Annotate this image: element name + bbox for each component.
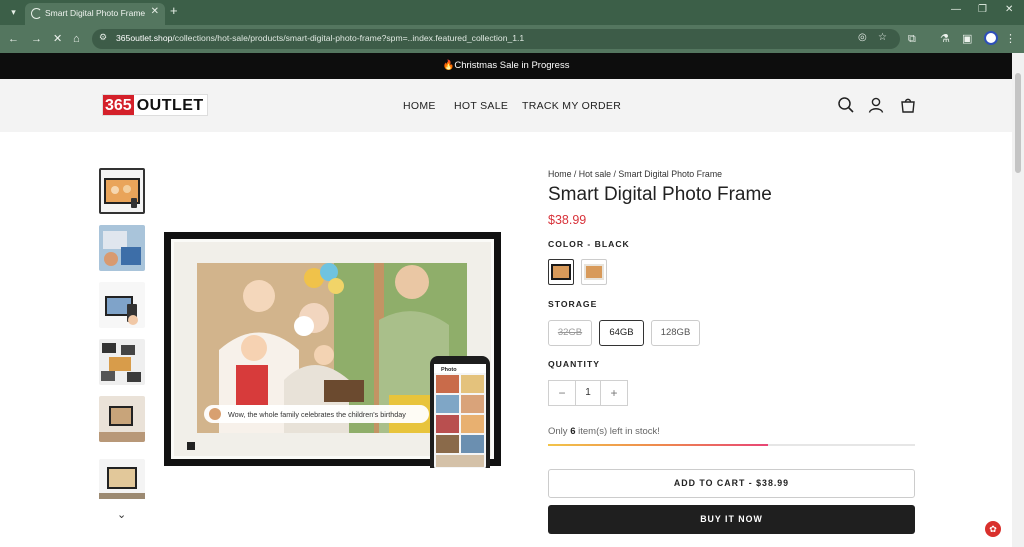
phone-app-title: Photo xyxy=(441,367,457,373)
thumbnail-2[interactable] xyxy=(99,225,145,271)
thumbnail-room-image xyxy=(99,396,145,442)
stock-progress-bar xyxy=(548,444,915,446)
thumbnail-1[interactable] xyxy=(99,168,145,214)
product-price: $38.99 xyxy=(548,213,587,227)
url-domain: 365outlet.shop xyxy=(116,33,173,43)
logo-number: 365 xyxy=(103,95,134,115)
color-label: COLOR - BLACK xyxy=(548,239,630,249)
stock-count: 6 xyxy=(570,426,576,437)
add-to-cart-button[interactable]: ADD TO CART - $38.99 xyxy=(548,469,915,498)
storage-option-32gb[interactable]: 32GB xyxy=(548,320,592,346)
nav-home[interactable]: HOME xyxy=(403,100,436,112)
browser-toolbar: ← → ✕ ⌂ ⚙ 365outlet.shop/collections/hot… xyxy=(0,25,1024,53)
loading-spinner-icon xyxy=(31,8,42,19)
storage-label: STORAGE xyxy=(548,299,598,309)
scroll-thumb[interactable] xyxy=(1015,73,1021,173)
stock-message: Only 6 item(s) left in stock! xyxy=(548,426,660,437)
search-icon[interactable] xyxy=(837,96,855,114)
tab-search-icon[interactable]: ▾ xyxy=(6,5,21,20)
thumbnail-frame-image xyxy=(101,170,143,212)
thumbnail-multi-frames-image xyxy=(99,339,145,385)
stock-progress-fill xyxy=(548,444,769,446)
floating-gift-icon[interactable]: ✿ xyxy=(985,521,1001,537)
thumbnail-detail-image xyxy=(99,459,145,499)
address-url: 365outlet.shop/collections/hot-sale/prod… xyxy=(116,33,524,43)
swatch-black-frame xyxy=(551,264,571,280)
stop-icon[interactable]: ✕ xyxy=(53,31,62,47)
store-logo[interactable]: 365 OUTLET xyxy=(102,94,208,116)
address-bar[interactable]: ⚙ 365outlet.shop/collections/hot-sale/pr… xyxy=(92,29,900,49)
new-tab-icon[interactable]: + xyxy=(170,3,178,18)
fire-icon: 🔥 xyxy=(442,60,455,71)
quantity-label: QUANTITY xyxy=(548,359,600,369)
storage-option-64gb[interactable]: 64GB xyxy=(599,320,644,346)
browser-tab[interactable]: Smart Digital Photo Frame ✕ xyxy=(25,3,165,25)
site-header: 365 OUTLET HOME HOT SALE TRACK MY ORDER xyxy=(0,79,1012,132)
forward-icon[interactable]: → xyxy=(31,31,42,47)
stock-suffix: item(s) left in stock! xyxy=(578,426,660,437)
home-icon[interactable]: ⌂ xyxy=(73,31,80,47)
minimize-icon[interactable]: — xyxy=(951,4,961,15)
quantity-decrease-button[interactable]: − xyxy=(549,381,575,405)
image-caption: Wow, the whole family celebrates the chi… xyxy=(228,410,406,419)
thumbnail-4[interactable] xyxy=(99,339,145,385)
buy-now-button[interactable]: BUY IT NOW xyxy=(548,505,915,534)
thumbnail-6[interactable] xyxy=(99,459,145,505)
product-title: Smart Digital Photo Frame xyxy=(548,184,772,205)
thumbnail-5[interactable] xyxy=(99,396,145,442)
logo-word: OUTLET xyxy=(133,95,207,115)
url-path: /collections/hot-sale/products/smart-dig… xyxy=(172,33,525,43)
labs-flask-icon[interactable]: ⚗ xyxy=(940,31,950,47)
page-scrollbar[interactable] xyxy=(1012,53,1024,547)
profile-avatar[interactable] xyxy=(984,31,998,45)
restore-icon[interactable]: ❐ xyxy=(978,4,987,15)
cart-icon[interactable] xyxy=(899,96,917,114)
photo-frame-illustration: Wow, the whole family celebrates the chi… xyxy=(164,232,501,482)
tab-close-icon[interactable]: ✕ xyxy=(151,6,159,17)
eye-off-icon[interactable]: ◎ xyxy=(858,32,867,43)
announcement-text: 🔥Christmas Sale in Progress xyxy=(0,60,1012,71)
storage-option-128gb[interactable]: 128GB xyxy=(651,320,700,346)
thumbnail-lifestyle-image xyxy=(99,225,145,271)
extensions-icon[interactable]: ⧉ xyxy=(908,31,916,47)
main-product-image[interactable]: Wow, the whole family celebrates the chi… xyxy=(164,230,501,482)
side-panel-icon[interactable]: ▣ xyxy=(962,31,972,47)
thumbnail-3[interactable] xyxy=(99,282,145,328)
quantity-increase-button[interactable]: + xyxy=(601,381,627,405)
swatch-white-frame xyxy=(584,264,604,280)
site-settings-icon[interactable]: ⚙ xyxy=(99,32,107,43)
nav-hot-sale[interactable]: HOT SALE xyxy=(454,100,508,112)
tab-title: Smart Digital Photo Frame xyxy=(45,8,146,18)
bookmark-star-icon[interactable]: ☆ xyxy=(878,32,887,43)
quantity-input[interactable]: 1 xyxy=(575,381,601,405)
color-swatch-white[interactable] xyxy=(581,259,607,285)
quantity-stepper: − 1 + xyxy=(548,380,628,406)
stock-prefix: Only xyxy=(548,426,568,437)
browser-menu-icon[interactable]: ⋮ xyxy=(1005,31,1016,47)
color-swatch-black[interactable] xyxy=(548,259,574,285)
browser-tab-bar: ▾ Smart Digital Photo Frame ✕ + — ❐ ✕ xyxy=(0,0,1024,25)
nav-track-order[interactable]: TRACK MY ORDER xyxy=(522,100,621,112)
thumbnail-scroll-down-icon[interactable]: ⌄ xyxy=(117,508,126,521)
back-icon[interactable]: ← xyxy=(8,31,19,47)
announcement-label: Christmas Sale in Progress xyxy=(454,60,570,71)
thumbnail-app-image xyxy=(99,282,145,328)
window-close-icon[interactable]: ✕ xyxy=(1005,4,1013,15)
account-icon[interactable] xyxy=(867,96,885,114)
breadcrumb[interactable]: Home / Hot sale / Smart Digital Photo Fr… xyxy=(548,169,722,179)
announcement-bar: 🔥Christmas Sale in Progress xyxy=(0,53,1012,79)
